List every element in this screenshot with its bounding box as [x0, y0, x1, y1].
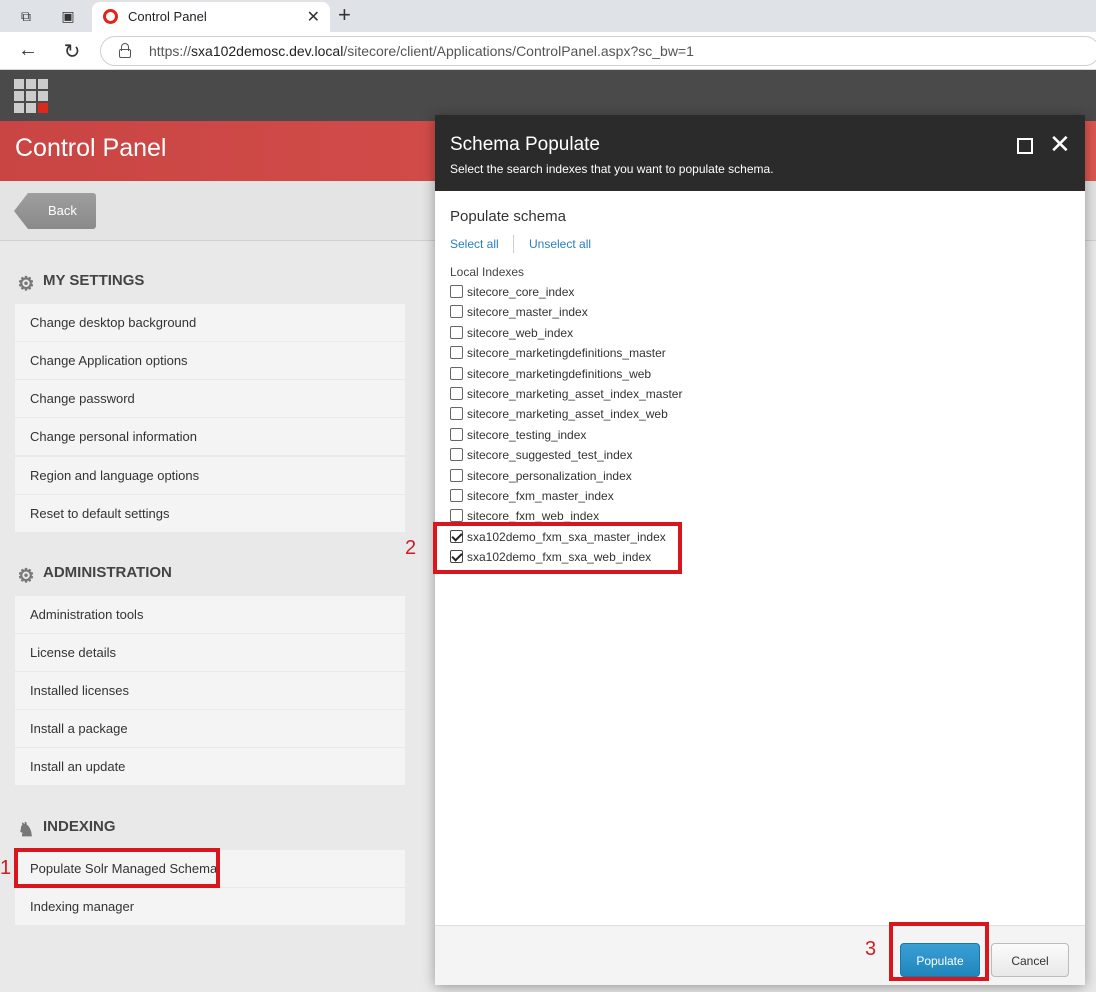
maximize-icon[interactable] — [1017, 138, 1033, 154]
url-field[interactable]: https://sxa102demosc.dev.local/sitecore/… — [100, 36, 1096, 66]
new-tab-icon[interactable]: + — [338, 2, 351, 28]
index-label: sitecore_testing_index — [467, 428, 587, 442]
index-option[interactable]: sitecore_marketingdefinitions_web — [450, 367, 651, 385]
menu-item-install-update[interactable]: Install an update — [15, 748, 405, 785]
link-separator — [513, 235, 514, 253]
index-option[interactable]: sitecore_core_index — [450, 285, 574, 303]
browser-tab-bar: ⧉ ▣ Control Panel ✕ + — [0, 0, 1096, 32]
browser-favicon-icon — [103, 9, 118, 24]
index-checkbox[interactable] — [450, 428, 463, 441]
select-all-link[interactable]: Select all — [450, 237, 499, 251]
menu-item-change-password[interactable]: Change password — [15, 380, 405, 417]
url-text: https://sxa102demosc.dev.local/sitecore/… — [149, 43, 694, 59]
index-checkbox[interactable] — [450, 387, 463, 400]
index-label: sitecore_suggested_test_index — [467, 448, 633, 462]
index-checkbox[interactable] — [450, 448, 463, 461]
index-label: sitecore_fxm_web_index — [467, 509, 600, 523]
index-option[interactable]: sitecore_web_index — [450, 326, 573, 344]
unselect-all-link[interactable]: Unselect all — [529, 237, 591, 251]
dialog-title: Schema Populate — [450, 134, 600, 155]
index-option[interactable]: sitecore_personalization_index — [450, 469, 632, 487]
index-option[interactable]: sitecore_marketing_asset_index_master — [450, 387, 682, 405]
dialog-subtitle: Select the search indexes that you want … — [450, 162, 774, 176]
index-checkbox[interactable] — [450, 346, 463, 359]
gear-icon: ⚙ — [17, 274, 35, 295]
index-label: sitecore_marketing_asset_index_master — [467, 387, 683, 401]
index-option[interactable]: sitecore_testing_index — [450, 428, 586, 446]
section-title-my-settings: ⚙ MY SETTINGS — [15, 272, 144, 295]
menu-item-install-package[interactable]: Install a package — [15, 710, 405, 747]
menu-item-region-language-options[interactable]: Region and language options — [15, 457, 405, 494]
browser-tab-title: Control Panel — [128, 9, 207, 24]
index-checkbox[interactable] — [450, 367, 463, 380]
menu-item-license-details[interactable]: License details — [15, 634, 405, 671]
menu-item-change-desktop-background[interactable]: Change desktop background — [15, 304, 405, 341]
index-label: sitecore_fxm_master_index — [467, 489, 614, 503]
section-title-administration: ⚙ ADMINISTRATION — [15, 564, 171, 587]
index-option[interactable]: sitecore_suggested_test_index — [450, 448, 632, 466]
index-checkbox[interactable] — [450, 305, 463, 318]
menu-item-administration-tools[interactable]: Administration tools — [15, 596, 405, 633]
annotation-number-3: 3 — [865, 938, 877, 960]
refresh-icon[interactable]: ↻ — [60, 39, 84, 64]
annotation-number-2: 2 — [405, 537, 417, 559]
gears-icon: ⚙ — [17, 566, 35, 587]
index-label: sitecore_core_index — [467, 285, 575, 299]
sitecore-top-bar — [0, 70, 1096, 121]
menu-item-indexing-manager[interactable]: Indexing manager — [15, 888, 405, 925]
page-title: Control Panel — [15, 134, 167, 162]
dialog-heading: Populate schema — [450, 208, 566, 225]
lock-icon — [119, 43, 131, 59]
index-label: sitecore_marketing_asset_index_web — [467, 407, 668, 421]
back-button[interactable]: Back — [14, 193, 96, 229]
indexing-icon: ♞ — [17, 820, 35, 841]
close-tab-icon[interactable]: ✕ — [307, 7, 320, 27]
index-checkbox[interactable] — [450, 509, 463, 522]
index-label: sitecore_marketingdefinitions_web — [467, 367, 652, 381]
index-label: sitecore_personalization_index — [467, 469, 632, 483]
address-bar: ← ↻ https://sxa102demosc.dev.local/sitec… — [0, 32, 1096, 70]
browser-tab-control-panel[interactable]: Control Panel ✕ — [92, 2, 330, 32]
cancel-button[interactable]: Cancel — [991, 943, 1069, 977]
index-option[interactable]: sitecore_master_index — [450, 305, 588, 323]
annotation-number-1: 1 — [0, 857, 12, 879]
dialog-header: Schema Populate Select the search indexe… — [435, 115, 1085, 191]
annotation-highlight-1 — [14, 848, 220, 888]
annotation-highlight-2 — [433, 522, 682, 574]
index-checkbox[interactable] — [450, 407, 463, 420]
menu-item-reset-default-settings[interactable]: Reset to default settings — [15, 495, 405, 532]
launchpad-grid-icon[interactable] — [14, 79, 48, 113]
menu-item-installed-licenses[interactable]: Installed licenses — [15, 672, 405, 709]
local-indexes-label: Local Indexes — [450, 265, 525, 279]
index-checkbox[interactable] — [450, 285, 463, 298]
index-option[interactable]: sitecore_marketingdefinitions_master — [450, 346, 666, 364]
menu-item-change-personal-information[interactable]: Change personal information — [15, 418, 405, 455]
index-checkbox[interactable] — [450, 489, 463, 502]
index-option[interactable]: sitecore_fxm_master_index — [450, 489, 614, 507]
menu-item-change-application-options[interactable]: Change Application options — [15, 342, 405, 379]
tab-actions-icon[interactable]: ▣ — [57, 6, 79, 26]
index-label: sitecore_master_index — [467, 305, 588, 319]
back-arrow-icon[interactable]: ← — [16, 39, 40, 62]
index-label: sitecore_marketingdefinitions_master — [467, 346, 666, 360]
index-label: sitecore_web_index — [467, 326, 574, 340]
annotation-highlight-3 — [889, 922, 989, 981]
close-icon[interactable]: ✕ — [1049, 131, 1071, 157]
index-checkbox[interactable] — [450, 469, 463, 482]
section-title-indexing: ♞ INDEXING — [15, 818, 115, 841]
workspaces-icon[interactable]: ⧉ — [15, 6, 37, 26]
index-option[interactable]: sitecore_marketing_asset_index_web — [450, 407, 668, 425]
index-checkbox[interactable] — [450, 326, 463, 339]
